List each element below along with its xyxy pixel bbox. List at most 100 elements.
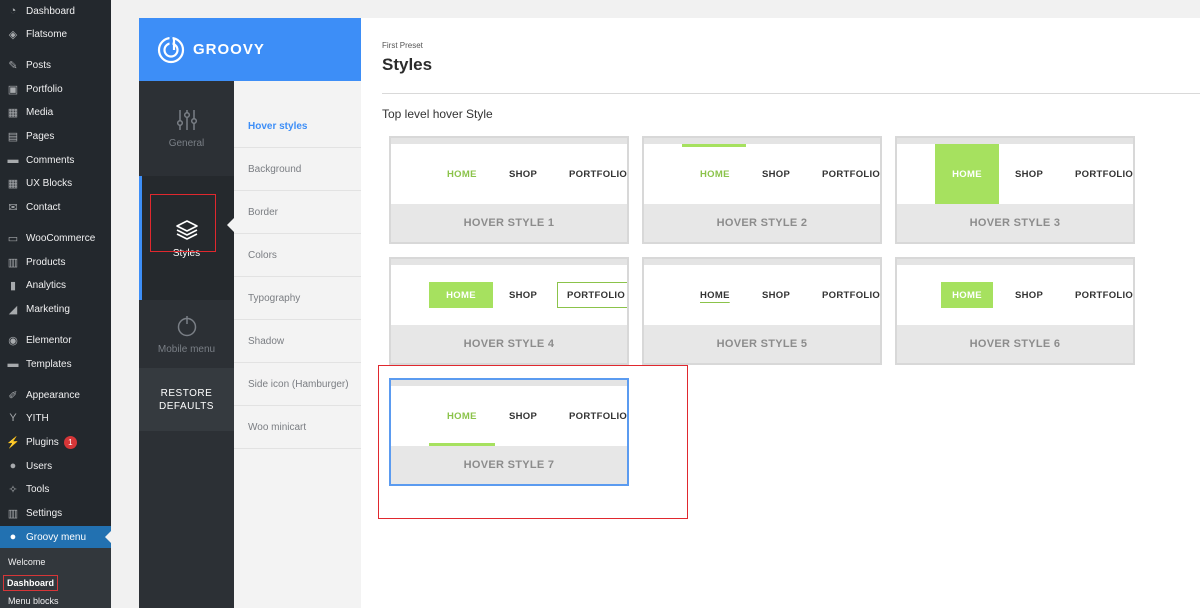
hover-style-label: HOVER STYLE 5 — [644, 325, 880, 363]
wp-menu-elementor[interactable]: ◉ Elementor — [0, 329, 111, 351]
wp-menu-label: WooCommerce — [26, 232, 96, 244]
sub-nav-border[interactable]: Border — [234, 191, 361, 234]
wp-menu-label: Contact — [26, 201, 61, 213]
wp-menu-label: Posts — [26, 59, 52, 71]
hover-indicator-bar — [682, 144, 746, 147]
sub-nav-background[interactable]: Background — [234, 148, 361, 191]
wp-submenu-welcome[interactable]: Welcome — [8, 557, 45, 567]
menu-preview-home: HOME — [429, 282, 493, 308]
hover-style-card-3[interactable]: HOME SHOP PORTFOLIO HOVER STYLE 3 — [895, 136, 1135, 244]
main-nav-mobile-label: Mobile menu — [157, 343, 216, 355]
hover-style-card-2[interactable]: HOME SHOP PORTFOLIO HOVER STYLE 2 — [642, 136, 882, 244]
media-icon: ▦ — [7, 106, 19, 119]
hover-style-label: HOVER STYLE 1 — [391, 204, 627, 242]
menu-preview: HOME SHOP PORTFOLIO — [897, 265, 1133, 325]
wp-submenu-menu-blocks[interactable]: Menu blocks — [8, 596, 59, 606]
preset-label: First Preset — [382, 41, 423, 50]
hover-style-label: HOVER STYLE 6 — [897, 325, 1133, 363]
menu-preview-portfolio: PORTFOLIO — [1075, 289, 1134, 301]
sub-nav-hover-styles[interactable]: Hover styles — [234, 105, 361, 148]
pin-icon: ✎ — [8, 59, 18, 72]
divider — [382, 93, 1200, 94]
menu-preview-home: HOME — [700, 289, 730, 301]
menu-preview-shop: SHOP — [509, 168, 538, 180]
wp-menu-dashboard[interactable]: ◔ Dashboard — [0, 0, 111, 22]
sub-nav-typography[interactable]: Typography — [234, 277, 361, 320]
comments-icon: ▬ — [7, 154, 19, 166]
wp-menu-label: Dashboard — [26, 5, 75, 17]
wp-menu-label: Elementor — [26, 334, 72, 346]
selection-highlight-box — [378, 365, 688, 519]
groovy-logo-icon — [157, 36, 185, 63]
wp-menu-comments[interactable]: ▬ Comments — [0, 149, 111, 171]
groovy-sub-nav: Hover styles Background Border Colors Typogr… — [234, 81, 361, 608]
wp-menu-users[interactable]: ● Users — [0, 455, 111, 477]
plug-icon: ⚡ — [6, 436, 20, 449]
elementor-icon: ◉ — [8, 334, 18, 347]
wp-menu-label: Marketing — [26, 303, 70, 315]
restore-defaults-button[interactable]: RESTORE DEFAULTS — [139, 368, 234, 431]
top-strip — [111, 0, 1200, 18]
menu-preview: HOME SHOP PORTFOLIO — [644, 265, 880, 325]
analytics-icon: ▮ — [9, 279, 17, 292]
menu-preview-shop: SHOP — [1015, 168, 1044, 180]
wp-menu-woocommerce[interactable]: ▭ WooCommerce — [0, 227, 111, 249]
wp-menu-groovy-menu[interactable]: ● Groovy menu — [0, 526, 111, 548]
wp-menu-label: YITH — [26, 412, 49, 424]
wp-menu-yith[interactable]: Y YITH — [0, 407, 111, 429]
styles-highlight-box — [150, 194, 216, 252]
wp-menu-label: Settings — [26, 507, 63, 519]
wp-menu-label: Templates — [26, 358, 72, 370]
groovy-icon: ● — [9, 531, 17, 543]
sub-nav-shadow[interactable]: Shadow — [234, 320, 361, 363]
groovy-main-nav: General Styles Mobile menu RESTORE DEFAU… — [139, 81, 234, 608]
templates-icon: ▬ — [7, 358, 19, 370]
groovy-logo-text: GROOVY — [193, 41, 265, 58]
hover-style-card-1[interactable]: HOME SHOP PORTFOLIO HOVER STYLE 1 — [389, 136, 629, 244]
wp-menu-media[interactable]: ▦ Media — [0, 101, 111, 123]
products-icon: ▥ — [7, 256, 19, 269]
wp-menu-label: Appearance — [26, 389, 80, 401]
wp-menu-settings[interactable]: ▥ Settings — [0, 502, 111, 524]
content-panel: First Preset Styles Top level hover Styl… — [361, 18, 1200, 608]
menu-preview-home: HOME — [447, 168, 477, 180]
wp-menu-ux-blocks[interactable]: ▦ UX Blocks — [0, 172, 111, 194]
menu-preview-shop: SHOP — [762, 289, 791, 301]
wp-menu-portfolio[interactable]: ▣ Portfolio — [0, 78, 111, 100]
wp-menu-label: Analytics — [26, 279, 67, 291]
wp-menu-appearance[interactable]: ✐ Appearance — [0, 384, 111, 406]
main-nav-mobile-menu[interactable]: Mobile menu — [139, 300, 234, 368]
hover-style-card-5[interactable]: HOME SHOP PORTFOLIO HOVER STYLE 5 — [642, 257, 882, 365]
sub-nav-woo-minicart[interactable]: Woo minicart — [234, 406, 361, 449]
wp-submenu-dashboard[interactable]: Dashboard — [3, 575, 59, 591]
wp-menu-label: Pages — [26, 130, 55, 142]
wp-menu-plugins[interactable]: ⚡ Plugins 1 — [0, 431, 111, 453]
hover-style-label: HOVER STYLE 2 — [644, 204, 880, 242]
section-title: Top level hover Style — [382, 107, 493, 121]
menu-preview: HOME SHOP PORTFOLIO — [391, 144, 627, 204]
dashboard-icon: ◔ — [9, 5, 17, 17]
wp-menu-tools[interactable]: ✧ Tools — [0, 478, 111, 500]
sliders-icon — [176, 110, 197, 130]
blocks-icon: ▦ — [7, 177, 19, 190]
wp-menu-marketing[interactable]: ◢ Marketing — [0, 298, 111, 320]
wp-menu-flatsome[interactable]: ◈ Flatsome — [0, 23, 111, 45]
wp-menu-posts[interactable]: ✎ Posts — [0, 54, 111, 76]
hover-style-card-6[interactable]: HOME SHOP PORTFOLIO HOVER STYLE 6 — [895, 257, 1135, 365]
main-nav-general[interactable]: General — [139, 81, 234, 176]
menu-preview-home: HOME — [935, 144, 999, 204]
hover-style-card-4[interactable]: HOME SHOP PORTFOLIO HOVER STYLE 4 — [389, 257, 629, 365]
menu-preview-home: HOME — [700, 168, 730, 180]
wp-menu-analytics[interactable]: ▮ Analytics — [0, 274, 111, 296]
wp-menu-contact[interactable]: ✉ Contact — [0, 196, 111, 218]
yith-icon: Y — [9, 412, 17, 424]
wp-menu-label: Tools — [26, 483, 50, 495]
sub-nav-colors[interactable]: Colors — [234, 234, 361, 277]
wp-menu-pages[interactable]: ▤ Pages — [0, 125, 111, 147]
wp-menu-label: Comments — [26, 154, 75, 166]
menu-preview-portfolio: PORTFOLIO — [1075, 168, 1134, 180]
sub-nav-side-icon-hamburger[interactable]: Side icon (Hamburger) — [234, 363, 361, 406]
wp-menu-products[interactable]: ▥ Products — [0, 251, 111, 273]
wp-submenu: Welcome Dashboard Menu blocks — [0, 548, 111, 608]
wp-menu-templates[interactable]: ▬ Templates — [0, 353, 111, 375]
